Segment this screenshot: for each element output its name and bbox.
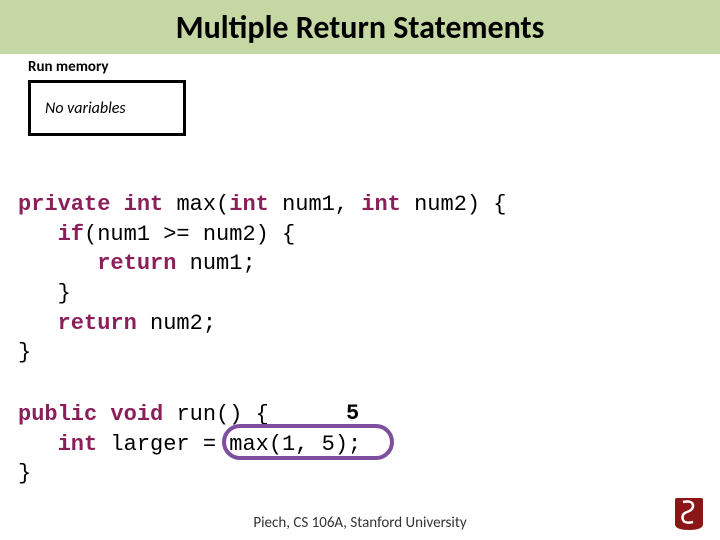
run-memory-label: Run memory — [28, 58, 108, 76]
memory-box: No variables — [28, 80, 186, 136]
stanford-logo — [668, 492, 710, 532]
highlight-oval — [222, 424, 394, 460]
return-value-annotation: 5 — [346, 401, 359, 426]
code-max-function: private int max(int num1, int num2) { if… — [18, 190, 507, 368]
slide-title: Multiple Return Statements — [176, 8, 545, 47]
footer-text: Piech, CS 106A, Stanford University — [0, 514, 720, 532]
title-bar: Multiple Return Statements — [0, 0, 720, 54]
memory-box-content: No variables — [45, 99, 126, 118]
